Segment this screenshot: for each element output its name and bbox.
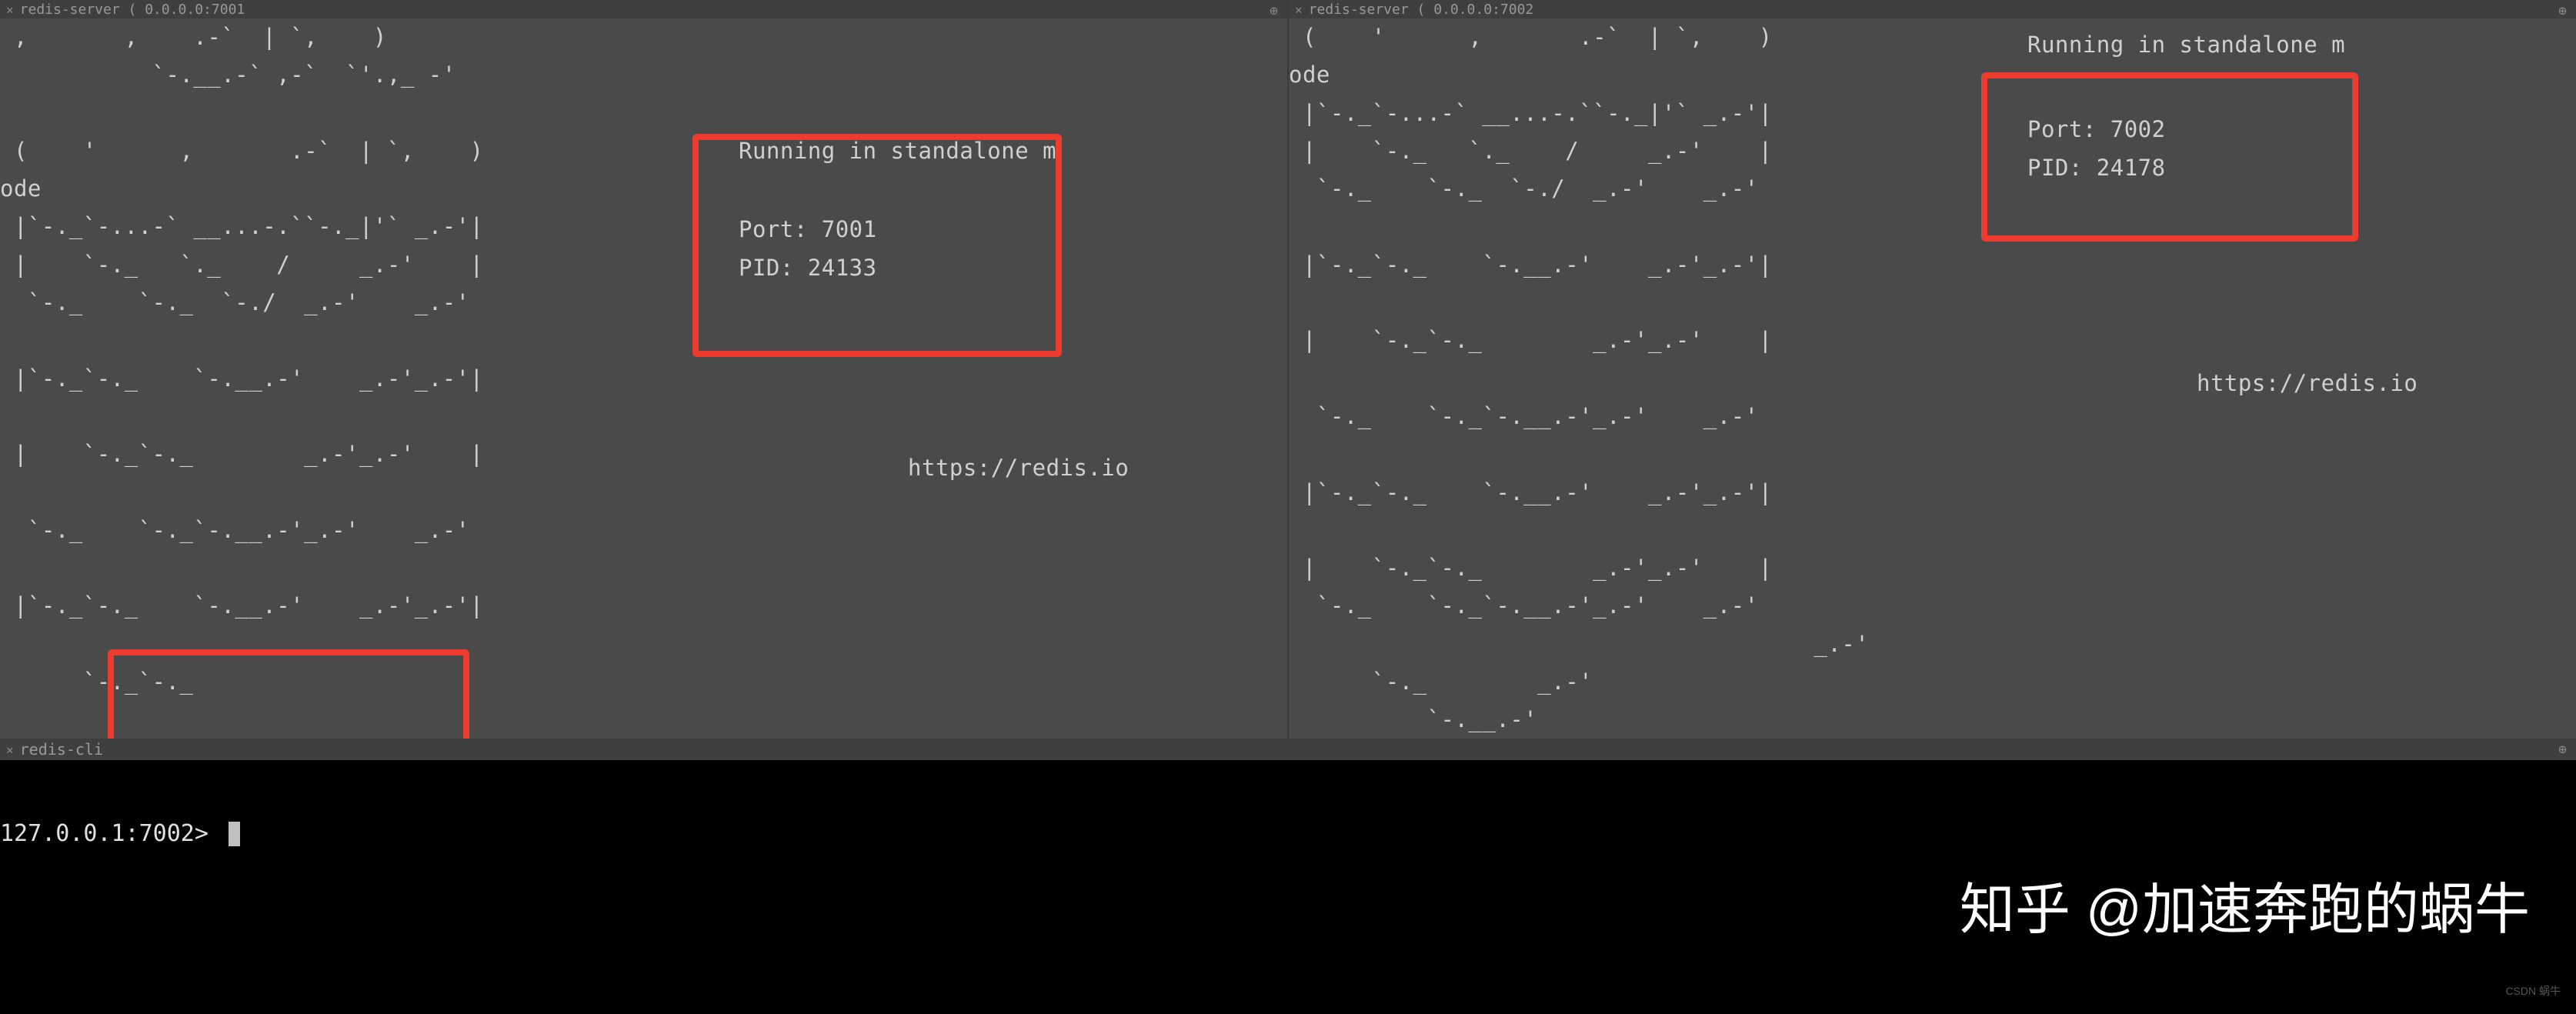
redis-url: https://redis.io: [908, 449, 1129, 487]
running-mode-text: Running in standalone m: [2027, 26, 2345, 64]
cli-prompt-line: 127.0.0.1:7002>: [0, 820, 2576, 847]
expand-icon[interactable]: ⊕: [1270, 3, 1278, 19]
close-icon[interactable]: ✕: [1295, 2, 1303, 17]
csdn-watermark: CSDN 蜗牛: [2505, 983, 2561, 999]
expand-icon[interactable]: ⊕: [2558, 742, 2567, 758]
right-tab-title: redis-server ( 0.0.0.0:7002: [1309, 2, 1534, 18]
terminal-cursor: [229, 822, 240, 846]
running-mode-text: Running in standalone m: [739, 132, 1056, 170]
redis-url: https://redis.io: [2197, 365, 2418, 402]
close-icon[interactable]: ✕: [6, 742, 14, 757]
left-tab-title: redis-server ( 0.0.0.0:7001: [20, 2, 245, 18]
cli-tab-title: redis-cli: [20, 740, 103, 759]
right-terminal-pane[interactable]: ✕ redis-server ( 0.0.0.0:7002 ⊕ ( ' , .-…: [1289, 0, 2576, 739]
cli-prompt-text: 127.0.0.1:7002>: [0, 820, 222, 847]
redis-ascii-art: , , .-` | `, ) `-.__.-` ,-` `'.,_ -' ( '…: [0, 18, 484, 701]
left-terminal-pane[interactable]: ✕ redis-server ( 0.0.0.0:7001 ⊕ , , .-` …: [0, 0, 1289, 739]
cli-tab-bar: ✕ redis-cli ⊕: [0, 739, 2576, 760]
close-icon[interactable]: ✕: [6, 2, 14, 17]
right-tab-bar: ✕ redis-server ( 0.0.0.0:7002 ⊕: [1289, 0, 2576, 18]
pid-label: PID: 24178: [2027, 149, 2166, 187]
left-tab-bar: ✕ redis-server ( 0.0.0.0:7001 ⊕: [0, 0, 1287, 18]
left-terminal-content[interactable]: , , .-` | `, ) `-.__.-` ,-` `'.,_ -' ( '…: [0, 18, 1287, 372]
redis-ascii-art: ( ' , .-` | `, ) ode |`-._`-...-` __...-…: [1289, 18, 1869, 739]
pid-label: PID: 24133: [739, 249, 877, 287]
port-label: Port: 7001: [739, 211, 877, 248]
zhihu-watermark: 知乎 @加速奔跑的蜗牛: [1960, 864, 2530, 945]
right-terminal-content[interactable]: ( ' , .-` | `, ) ode |`-._`-...-` __...-…: [1289, 18, 2576, 334]
expand-icon[interactable]: ⊕: [2558, 3, 2567, 19]
port-label: Port: 7002: [2027, 111, 2166, 148]
